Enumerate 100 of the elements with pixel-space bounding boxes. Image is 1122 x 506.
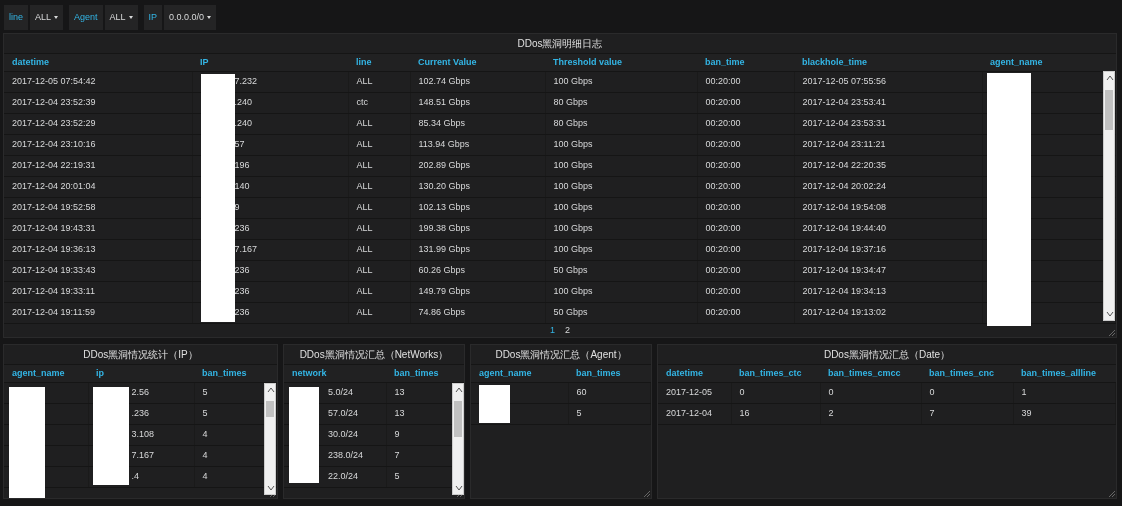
table-cell: 2017-12-04 23:52:39 — [4, 92, 192, 114]
table-cell: 100 Gbps — [545, 218, 697, 240]
caret-icon — [54, 16, 59, 19]
table-cell: 2017-12-04 23:52:29 — [4, 113, 192, 135]
table-cell: 2017-12-04 19:37:16 — [794, 239, 982, 261]
table-cell: ALL — [348, 260, 410, 282]
table-cell: 80 Gbps — [545, 92, 697, 114]
table-cell: 0 — [731, 382, 820, 403]
table-cell: 131.99 Gbps — [410, 239, 545, 261]
table-cell: ctc — [348, 92, 410, 114]
variable-label: Agent — [69, 5, 103, 30]
table-cell: 100 Gbps — [545, 71, 697, 93]
table-cell: 100 Gbps — [545, 176, 697, 198]
table-cell: ALL — [348, 281, 410, 303]
table-cell: 00:20:00 — [697, 155, 794, 177]
table-cell: 2017-12-05 07:54:42 — [4, 71, 192, 93]
table-cell: 2017-12-04 22:19:31 — [4, 155, 192, 177]
table-cell: 00:20:00 — [697, 197, 794, 219]
table-cell: ALL — [348, 113, 410, 135]
table-cell: 39 — [1013, 403, 1116, 424]
variable-dropdown[interactable]: ALL — [104, 5, 138, 30]
caret-icon — [207, 16, 212, 19]
table-cell: 113.94 Gbps — [410, 134, 545, 156]
table-cell: ALL — [348, 218, 410, 240]
table-cell: 148.51 Gbps — [410, 92, 545, 114]
table-cell: 149.79 Gbps — [410, 281, 545, 303]
table-cell: 60 — [568, 382, 651, 403]
table-cell: 100 Gbps — [545, 281, 697, 303]
scroll-up-icon[interactable] — [454, 386, 464, 394]
table-cell: 2017-12-04 19:44:40 — [794, 218, 982, 240]
table-cell: 100 Gbps — [545, 197, 697, 219]
table-cell: ALL — [348, 155, 410, 177]
table-cell: 100 Gbps — [545, 239, 697, 261]
table-cell: 2017-12-04 19:33:43 — [4, 260, 192, 282]
table-cell: 199.38 Gbps — [410, 218, 545, 240]
variable-label: line — [4, 5, 28, 30]
table-cell: 102.13 Gbps — [410, 197, 545, 219]
scroll-down-icon[interactable] — [454, 484, 464, 492]
scrollbar-thumb[interactable] — [454, 401, 462, 437]
variable-dropdown[interactable]: 0.0.0.0/0 — [164, 5, 217, 30]
scroll-down-icon[interactable] — [266, 484, 276, 492]
scrollbar[interactable] — [1103, 71, 1115, 321]
scroll-up-icon[interactable] — [1105, 74, 1115, 82]
scroll-down-icon[interactable] — [1105, 310, 1115, 318]
table-cell: 2017-12-04 23:11:21 — [794, 134, 982, 156]
resize-handle-icon[interactable] — [1109, 491, 1115, 497]
table-cell: 2017-12-04 19:13:02 — [794, 302, 982, 324]
table-cell: 2017-12-04 23:53:31 — [794, 113, 982, 135]
table-cell: 2017-12-04 22:20:35 — [794, 155, 982, 177]
table-cell: 202.89 Gbps — [410, 155, 545, 177]
table-cell: 2 — [820, 403, 921, 424]
table-cell: 00:20:00 — [697, 134, 794, 156]
table-cell: 00:20:00 — [697, 218, 794, 240]
table-cell: 00:20:00 — [697, 71, 794, 93]
page-link[interactable]: 1 — [550, 324, 555, 337]
table-cell: ALL — [348, 134, 410, 156]
scrollbar[interactable] — [452, 383, 464, 495]
table-cell: 80 Gbps — [545, 113, 697, 135]
table-cell: 2017-12-04 19:36:13 — [4, 239, 192, 261]
table-cell: 2017-12-04 — [658, 403, 731, 424]
table-cell: 00:20:00 — [697, 92, 794, 114]
table-cell: ALL — [348, 71, 410, 93]
table-cell: 50 Gbps — [545, 302, 697, 324]
table-cell: 00:20:00 — [697, 260, 794, 282]
table-cell: ALL — [348, 197, 410, 219]
table-cell: 74.86 Gbps — [410, 302, 545, 324]
variable-dropdown[interactable]: ALL — [30, 5, 64, 30]
table-cell: 2017-12-04 20:02:24 — [794, 176, 982, 198]
table-cell: 00:20:00 — [697, 281, 794, 303]
scrollbar-thumb[interactable] — [266, 401, 274, 417]
resize-handle-icon[interactable] — [644, 491, 650, 497]
table-cell: 2017-12-05 07:55:56 — [794, 71, 982, 93]
table-cell: 00:20:00 — [697, 176, 794, 198]
scroll-up-icon[interactable] — [266, 386, 276, 394]
table-cell: 2017-12-04 19:33:11 — [4, 281, 192, 303]
table-cell: 0 — [921, 382, 1013, 403]
table-cell: 2017-12-04 19:52:58 — [4, 197, 192, 219]
table-cell: ALL — [348, 302, 410, 324]
table-cell: 0 — [820, 382, 921, 403]
table-cell: ALL — [348, 176, 410, 198]
table-cell: 2017-12-05 — [658, 382, 731, 403]
table-cell: 60.26 Gbps — [410, 260, 545, 282]
scrollbar[interactable] — [264, 383, 276, 495]
table-cell: 50 Gbps — [545, 260, 697, 282]
table-cell: ALL — [348, 239, 410, 261]
scrollbar-thumb[interactable] — [1105, 90, 1113, 130]
redaction-block — [479, 385, 510, 423]
table-cell: 5 — [568, 403, 651, 424]
table-cell: 2017-12-04 23:53:41 — [794, 92, 982, 114]
table-cell: 00:20:00 — [697, 113, 794, 135]
caret-icon — [128, 16, 133, 19]
variable-label: IP — [143, 5, 163, 30]
table-cell: 85.34 Gbps — [410, 113, 545, 135]
table-cell: 130.20 Gbps — [410, 176, 545, 198]
table-cell: 100 Gbps — [545, 134, 697, 156]
resize-handle-icon[interactable] — [1109, 330, 1115, 336]
table-cell: 1 — [1013, 382, 1116, 403]
table-cell: 00:20:00 — [697, 239, 794, 261]
page-link[interactable]: 2 — [565, 324, 570, 337]
table-cell: 100 Gbps — [545, 155, 697, 177]
